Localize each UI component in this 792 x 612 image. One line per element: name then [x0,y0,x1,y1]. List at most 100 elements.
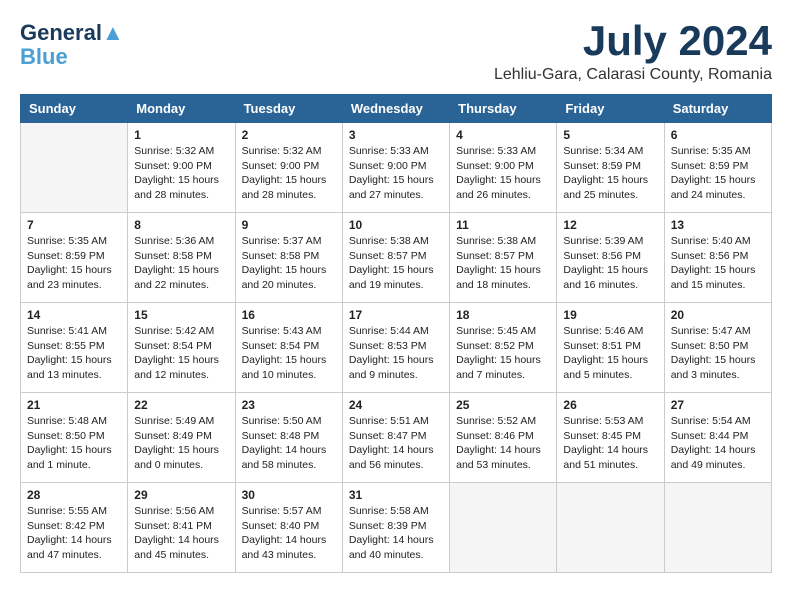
day-cell-5: 5 Sunrise: 5:34 AM Sunset: 8:59 PM Daylig… [557,123,664,213]
day-cell-8: 8 Sunrise: 5:36 AM Sunset: 8:58 PM Daylig… [128,213,235,303]
title-block: July 2024 Lehliu-Gara, Calarasi County, … [494,20,772,84]
weekday-header-tuesday: Tuesday [235,95,342,123]
week-row-5: 28 Sunrise: 5:55 AM Sunset: 8:42 PM Dayli… [21,483,772,573]
empty-cell [557,483,664,573]
day-number: 21 [27,398,121,412]
day-info: Sunrise: 5:50 AM Sunset: 8:48 PM Dayligh… [242,414,336,473]
day-info: Sunrise: 5:55 AM Sunset: 8:42 PM Dayligh… [27,504,121,563]
weekday-header-saturday: Saturday [664,95,771,123]
day-number: 31 [349,488,443,502]
day-number: 28 [27,488,121,502]
week-row-2: 7 Sunrise: 5:35 AM Sunset: 8:59 PM Daylig… [21,213,772,303]
month-title: July 2024 [494,20,772,62]
day-number: 2 [242,128,336,142]
day-info: Sunrise: 5:33 AM Sunset: 9:00 PM Dayligh… [349,144,443,203]
day-number: 17 [349,308,443,322]
day-number: 4 [456,128,550,142]
day-cell-19: 19 Sunrise: 5:46 AM Sunset: 8:51 PM Dayli… [557,303,664,393]
day-number: 13 [671,218,765,232]
weekday-header-wednesday: Wednesday [342,95,449,123]
day-cell-7: 7 Sunrise: 5:35 AM Sunset: 8:59 PM Daylig… [21,213,128,303]
day-info: Sunrise: 5:42 AM Sunset: 8:54 PM Dayligh… [134,324,228,383]
day-number: 3 [349,128,443,142]
day-info: Sunrise: 5:34 AM Sunset: 8:59 PM Dayligh… [563,144,657,203]
day-number: 24 [349,398,443,412]
day-cell-1: 1Sunrise: 5:32 AM Sunset: 9:00 PM Daylig… [128,123,235,213]
day-number: 29 [134,488,228,502]
day-info: Sunrise: 5:32 AM Sunset: 9:00 PM Dayligh… [242,144,336,203]
logo-text: General▲ [20,20,124,46]
day-cell-27: 27 Sunrise: 5:54 AM Sunset: 8:44 PM Dayli… [664,393,771,483]
day-info: Sunrise: 5:47 AM Sunset: 8:50 PM Dayligh… [671,324,765,383]
logo-blue: Blue [20,46,68,68]
day-info: Sunrise: 5:40 AM Sunset: 8:56 PM Dayligh… [671,234,765,293]
day-number: 5 [563,128,657,142]
day-info: Sunrise: 5:44 AM Sunset: 8:53 PM Dayligh… [349,324,443,383]
day-cell-20: 20 Sunrise: 5:47 AM Sunset: 8:50 PM Dayli… [664,303,771,393]
day-cell-24: 24 Sunrise: 5:51 AM Sunset: 8:47 PM Dayli… [342,393,449,483]
weekday-header-row: SundayMondayTuesdayWednesdayThursdayFrid… [21,95,772,123]
day-number: 30 [242,488,336,502]
day-info: Sunrise: 5:51 AM Sunset: 8:47 PM Dayligh… [349,414,443,473]
day-info: Sunrise: 5:37 AM Sunset: 8:58 PM Dayligh… [242,234,336,293]
logo: General▲ Blue [20,20,124,68]
day-info: Sunrise: 5:54 AM Sunset: 8:44 PM Dayligh… [671,414,765,473]
day-info: Sunrise: 5:33 AM Sunset: 9:00 PM Dayligh… [456,144,550,203]
weekday-header-thursday: Thursday [450,95,557,123]
day-cell-15: 15Sunrise: 5:42 AM Sunset: 8:54 PM Dayli… [128,303,235,393]
day-info: Sunrise: 5:56 AM Sunset: 8:41 PM Dayligh… [134,504,228,563]
weekday-header-sunday: Sunday [21,95,128,123]
day-info: Sunrise: 5:58 AM Sunset: 8:39 PM Dayligh… [349,504,443,563]
day-number: 12 [563,218,657,232]
day-cell-11: 11Sunrise: 5:38 AM Sunset: 8:57 PM Dayli… [450,213,557,303]
day-number: 26 [563,398,657,412]
day-cell-22: 22Sunrise: 5:49 AM Sunset: 8:49 PM Dayli… [128,393,235,483]
empty-cell [21,123,128,213]
day-info: Sunrise: 5:35 AM Sunset: 8:59 PM Dayligh… [27,234,121,293]
day-cell-17: 17 Sunrise: 5:44 AM Sunset: 8:53 PM Dayli… [342,303,449,393]
day-cell-12: 12 Sunrise: 5:39 AM Sunset: 8:56 PM Dayli… [557,213,664,303]
day-info: Sunrise: 5:52 AM Sunset: 8:46 PM Dayligh… [456,414,550,473]
day-number: 8 [134,218,228,232]
day-number: 16 [242,308,336,322]
day-cell-26: 26Sunrise: 5:53 AM Sunset: 8:45 PM Dayli… [557,393,664,483]
day-number: 18 [456,308,550,322]
day-cell-29: 29 Sunrise: 5:56 AM Sunset: 8:41 PM Dayli… [128,483,235,573]
page-header: General▲ Blue July 2024 Lehliu-Gara, Cal… [20,20,772,84]
weekday-header-friday: Friday [557,95,664,123]
day-number: 27 [671,398,765,412]
day-cell-4: 4 Sunrise: 5:33 AM Sunset: 9:00 PM Daylig… [450,123,557,213]
day-number: 9 [242,218,336,232]
day-cell-6: 6 Sunrise: 5:35 AM Sunset: 8:59 PM Daylig… [664,123,771,213]
day-info: Sunrise: 5:45 AM Sunset: 8:52 PM Dayligh… [456,324,550,383]
location: Lehliu-Gara, Calarasi County, Romania [494,66,772,84]
day-info: Sunrise: 5:39 AM Sunset: 8:56 PM Dayligh… [563,234,657,293]
day-cell-28: 28 Sunrise: 5:55 AM Sunset: 8:42 PM Dayli… [21,483,128,573]
empty-cell [664,483,771,573]
day-info: Sunrise: 5:35 AM Sunset: 8:59 PM Dayligh… [671,144,765,203]
weekday-header-monday: Monday [128,95,235,123]
day-info: Sunrise: 5:46 AM Sunset: 8:51 PM Dayligh… [563,324,657,383]
day-number: 25 [456,398,550,412]
day-cell-25: 25 Sunrise: 5:52 AM Sunset: 8:46 PM Dayli… [450,393,557,483]
day-cell-31: 31 Sunrise: 5:58 AM Sunset: 8:39 PM Dayli… [342,483,449,573]
day-number: 20 [671,308,765,322]
day-cell-14: 14Sunrise: 5:41 AM Sunset: 8:55 PM Dayli… [21,303,128,393]
day-info: Sunrise: 5:41 AM Sunset: 8:55 PM Dayligh… [27,324,121,383]
day-number: 7 [27,218,121,232]
day-info: Sunrise: 5:49 AM Sunset: 8:49 PM Dayligh… [134,414,228,473]
day-cell-30: 30Sunrise: 5:57 AM Sunset: 8:40 PM Dayli… [235,483,342,573]
day-cell-18: 18 Sunrise: 5:45 AM Sunset: 8:52 PM Dayli… [450,303,557,393]
day-cell-10: 10Sunrise: 5:38 AM Sunset: 8:57 PM Dayli… [342,213,449,303]
day-info: Sunrise: 5:36 AM Sunset: 8:58 PM Dayligh… [134,234,228,293]
day-cell-23: 23Sunrise: 5:50 AM Sunset: 8:48 PM Dayli… [235,393,342,483]
day-number: 6 [671,128,765,142]
day-cell-3: 3 Sunrise: 5:33 AM Sunset: 9:00 PM Daylig… [342,123,449,213]
day-cell-2: 2 Sunrise: 5:32 AM Sunset: 9:00 PM Daylig… [235,123,342,213]
day-info: Sunrise: 5:38 AM Sunset: 8:57 PM Dayligh… [349,234,443,293]
day-info: Sunrise: 5:38 AM Sunset: 8:57 PM Dayligh… [456,234,550,293]
day-cell-21: 21Sunrise: 5:48 AM Sunset: 8:50 PM Dayli… [21,393,128,483]
week-row-4: 21Sunrise: 5:48 AM Sunset: 8:50 PM Dayli… [21,393,772,483]
day-number: 19 [563,308,657,322]
week-row-1: 1Sunrise: 5:32 AM Sunset: 9:00 PM Daylig… [21,123,772,213]
